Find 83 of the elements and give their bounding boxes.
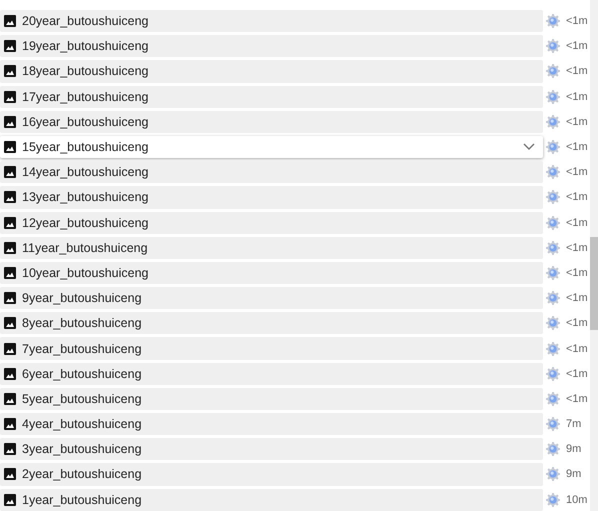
scrollbar-thumb[interactable] — [590, 237, 598, 330]
image-icon — [4, 166, 16, 178]
image-icon — [4, 443, 16, 456]
time-label: <1m — [566, 191, 588, 204]
gear-icon — [546, 14, 560, 28]
layer-item[interactable]: 6year_butoushuiceng — [0, 362, 543, 385]
gear-icon — [546, 39, 560, 54]
gear-icon — [546, 392, 560, 406]
image-icon — [4, 317, 16, 330]
gear-icon — [546, 366, 560, 381]
image-icon — [4, 468, 16, 480]
image-icon — [4, 494, 16, 506]
layer-item[interactable]: 9year_butoushuiceng — [0, 287, 543, 310]
scrollbar[interactable] — [590, 0, 598, 511]
gear-icon — [546, 467, 560, 482]
time-label: <1m — [566, 242, 588, 254]
gear-icon — [546, 417, 560, 432]
time-label: 7m — [566, 418, 582, 430]
layer-item[interactable]: 15year_butoushuiceng — [0, 136, 543, 158]
gear-icon — [546, 140, 560, 154]
layer-item[interactable]: 2year_butoushuiceng — [0, 463, 543, 486]
time-label: <1m — [566, 368, 588, 380]
time-label: 10m — [566, 494, 588, 506]
image-icon — [4, 65, 16, 78]
time-label: <1m — [566, 317, 588, 330]
time-label: <1m — [566, 141, 588, 154]
layer-item[interactable]: 18year_butoushuiceng — [0, 60, 543, 83]
time-label: <1m — [566, 116, 588, 128]
layer-item[interactable]: 7year_butoushuiceng — [0, 337, 543, 360]
gear-icon — [546, 90, 560, 104]
chevron-down-icon[interactable] — [523, 143, 535, 152]
time-label: <1m — [566, 65, 588, 78]
image-icon — [4, 90, 16, 103]
image-icon — [4, 15, 16, 28]
gear-icon — [546, 266, 560, 280]
image-icon — [4, 40, 16, 52]
time-label: <1m — [566, 216, 588, 229]
image-icon — [4, 368, 16, 380]
layer-item[interactable]: 19year_butoushuiceng — [0, 35, 543, 58]
image-icon — [4, 242, 16, 254]
gear-icon — [546, 316, 560, 330]
layer-item[interactable]: 16year_butoushuiceng — [0, 110, 543, 133]
layer-item[interactable]: 4year_butoushuiceng — [0, 413, 543, 436]
time-label: 9m — [566, 443, 582, 456]
image-icon — [4, 266, 16, 279]
time-label: <1m — [566, 15, 588, 28]
image-icon — [4, 418, 16, 430]
time-label: <1m — [566, 40, 588, 52]
gear-icon — [546, 291, 560, 306]
layer-item[interactable]: 1year_butoushuiceng — [0, 488, 543, 511]
gear-icon — [546, 114, 560, 129]
gear-icon — [546, 64, 560, 78]
time-label: <1m — [566, 90, 588, 103]
image-icon — [4, 342, 16, 355]
layer-item[interactable]: 5year_butoushuiceng — [0, 388, 543, 410]
image-icon — [4, 392, 16, 405]
layer-item[interactable]: 10year_butoushuiceng — [0, 262, 543, 284]
layer-item[interactable]: 14year_butoushuiceng — [0, 161, 543, 184]
time-label: <1m — [566, 166, 588, 178]
gear-icon — [546, 216, 560, 230]
gear-icon — [546, 442, 560, 456]
time-label: <1m — [566, 292, 588, 304]
time-label: <1m — [566, 392, 588, 405]
image-icon — [4, 116, 16, 128]
time-label: <1m — [566, 342, 588, 355]
layer-item[interactable]: 17year_butoushuiceng — [0, 86, 543, 108]
image-icon — [4, 292, 16, 304]
layer-item[interactable]: 3year_butoushuiceng — [0, 438, 543, 460]
gear-icon — [546, 492, 560, 507]
image-icon — [4, 191, 16, 204]
gear-icon — [546, 190, 560, 204]
image-icon — [4, 141, 16, 154]
gear-icon — [546, 342, 560, 356]
layer-item[interactable]: 8year_butoushuiceng — [0, 312, 543, 334]
image-icon — [4, 216, 16, 229]
gear-icon — [546, 240, 560, 255]
layer-item[interactable]: 12year_butoushuiceng — [0, 212, 543, 234]
time-label: 9m — [566, 468, 582, 480]
time-label: <1m — [566, 266, 588, 279]
gear-icon — [546, 165, 560, 180]
layer-item[interactable]: 20year_butoushuiceng — [0, 10, 543, 32]
layer-item[interactable]: 11year_butoushuiceng — [0, 236, 543, 259]
layer-item[interactable]: 13year_butoushuiceng — [0, 186, 543, 208]
